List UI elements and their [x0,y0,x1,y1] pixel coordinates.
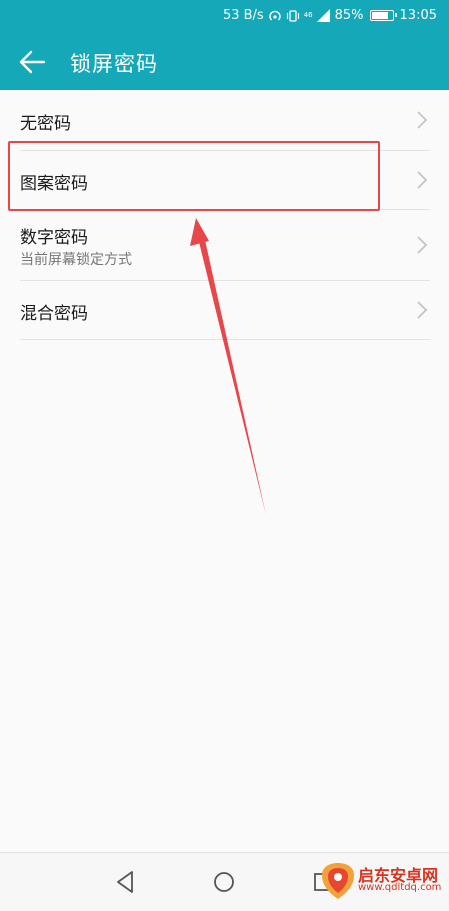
chevron-right-icon [417,111,428,129]
battery-percent: 85% [334,8,364,23]
app-bar: 锁屏密码 [0,34,449,90]
vibrate-icon [286,9,299,22]
option-label: 图案密码 [20,174,88,194]
chevron-right-icon [417,171,428,189]
watermark-logo-icon [322,863,354,899]
page-title: 锁屏密码 [70,52,158,76]
watermark: 启东安卓网 www.qdltdq.com [318,858,446,904]
network-speed: 53 B/s [222,8,264,23]
divider [20,339,430,340]
chevron-right-icon [417,301,428,319]
chevron-right-icon [417,236,428,254]
clock: 13:05 [399,8,437,23]
option-pin-password[interactable]: 数字密码 当前屏幕锁定方式 [0,210,449,280]
option-label: 数字密码 [20,228,88,248]
signal-icon [316,9,330,22]
option-mixed-password[interactable]: 混合密码 [0,281,449,339]
option-no-password[interactable]: 无密码 [0,90,449,150]
battery-icon [369,10,397,21]
status-bar: 53 B/s 46 85% 13:05 [0,0,449,34]
hotspot-icon [269,10,281,20]
network-type: 46 [303,11,313,19]
nav-home-icon[interactable] [207,865,241,899]
option-label: 混合密码 [20,304,88,324]
back-arrow-icon[interactable] [16,47,48,77]
watermark-url: www.qdltdq.com [358,882,442,893]
nav-back-icon[interactable] [108,865,142,899]
option-pattern-password[interactable]: 图案密码 [0,151,449,209]
current-lock-method-note: 当前屏幕锁定方式 [20,252,132,268]
option-label: 无密码 [20,114,71,134]
